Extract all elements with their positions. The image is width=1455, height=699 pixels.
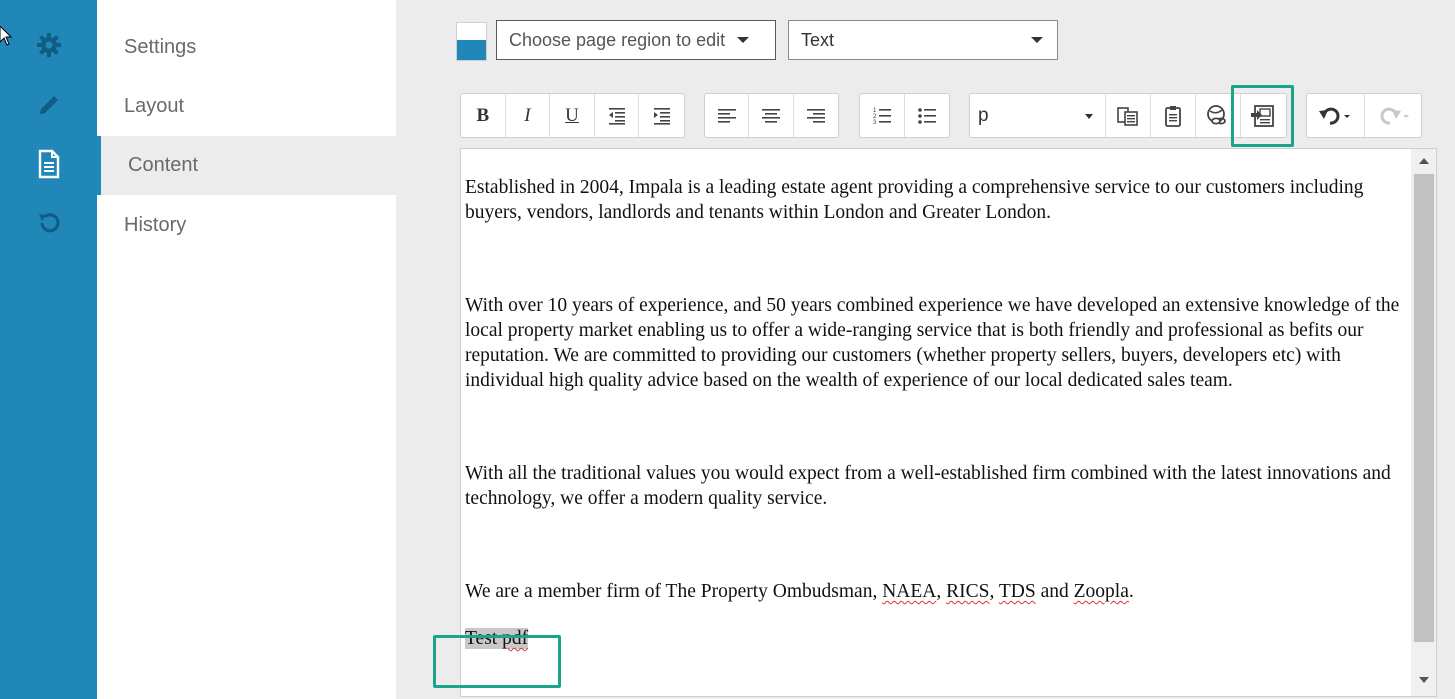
alignment-group (704, 93, 839, 138)
side-nav: Settings Layout Content History (97, 0, 396, 699)
italic-label: I (524, 104, 531, 126)
align-center-icon (762, 108, 781, 123)
underline-label: U (565, 104, 579, 126)
paste-as-text-button[interactable] (1106, 94, 1151, 137)
format-select[interactable]: p (970, 94, 1106, 137)
align-left-button[interactable] (705, 94, 750, 137)
nav-item-label: Settings (124, 36, 197, 58)
outdent-icon (608, 107, 625, 125)
svg-text:3: 3 (873, 120, 877, 126)
chevron-down-icon (737, 37, 750, 43)
align-left-icon (717, 108, 736, 123)
indent-icon (653, 107, 670, 125)
spellcheck-word: TDS (998, 581, 1036, 602)
page-region-select-value: Choose page region to edit (509, 29, 726, 50)
nav-item-label: Content (128, 154, 199, 176)
align-center-button[interactable] (749, 94, 794, 137)
paragraph: Established in 2004, Impala is a leading… (465, 177, 1364, 223)
globe-link-icon (1207, 104, 1226, 124)
redo-button[interactable] (1365, 94, 1422, 137)
content-editor[interactable]: Established in 2004, Impala is a leading… (460, 148, 1437, 697)
text-style-group: B I U (460, 93, 685, 138)
icon-rail (0, 0, 97, 699)
format-select-value: p (978, 104, 989, 126)
history-group (1306, 93, 1422, 138)
paragraph: With all the traditional values you woul… (465, 463, 1391, 509)
swatch-fill (457, 40, 486, 60)
test-pdf-highlight (433, 635, 561, 688)
spellcheck-word: NAEA (882, 581, 937, 602)
numbered-list-icon: 123 (873, 108, 891, 126)
nav-item-content[interactable]: Content (97, 136, 396, 195)
pencil-icon[interactable] (32, 88, 66, 122)
bullet-list-icon (917, 107, 936, 124)
history-icon[interactable] (32, 206, 66, 240)
underline-button[interactable]: U (550, 94, 595, 137)
nav-item-history[interactable]: History (97, 196, 396, 255)
italic-button[interactable]: I (506, 94, 551, 137)
member-text: . (1128, 581, 1134, 602)
gear-icon[interactable] (32, 28, 66, 62)
clipboard-icon (1165, 105, 1181, 127)
list-group: 123 (859, 93, 950, 138)
mouse-cursor-icon (0, 26, 12, 46)
outdent-button[interactable] (595, 94, 640, 137)
insert-document-highlight (1231, 85, 1294, 147)
nav-item-label: Layout (124, 95, 185, 117)
member-paragraph: We are a member firm of The Property Omb… (465, 579, 1407, 604)
scroll-thumb[interactable] (1414, 174, 1434, 642)
editor-content[interactable]: Established in 2004, Impala is a leading… (465, 175, 1407, 651)
numbered-list-button[interactable]: 123 (860, 94, 905, 137)
scroll-down-icon[interactable] (1419, 677, 1429, 683)
undo-icon (1319, 107, 1351, 125)
indent-button[interactable] (639, 94, 684, 137)
nav-item-label: History (124, 214, 187, 236)
paste-text-icon (1117, 106, 1138, 126)
paste-button[interactable] (1151, 94, 1196, 137)
redo-icon (1380, 107, 1409, 125)
region-color-swatch[interactable] (456, 22, 487, 61)
chevron-down-icon (1031, 37, 1043, 43)
paragraph: With over 10 years of experience, and 50… (465, 295, 1400, 391)
separator: , (936, 581, 947, 602)
member-text: We are a member firm of The Property Omb… (465, 581, 883, 602)
selected-paragraph: Test pdf (465, 626, 1407, 651)
nav-item-layout[interactable]: Layout (97, 77, 396, 136)
content-type-select[interactable]: Text (788, 20, 1058, 60)
align-right-button[interactable] (794, 94, 838, 137)
scroll-up-icon[interactable] (1419, 158, 1429, 164)
bold-button[interactable]: B (461, 94, 506, 137)
chevron-down-icon (1085, 114, 1093, 119)
spellcheck-word: RICS (946, 581, 990, 602)
align-right-icon (806, 108, 825, 123)
editor-scrollbar[interactable] (1411, 149, 1436, 696)
separator: , (989, 581, 999, 602)
bold-label: B (476, 104, 490, 126)
spellcheck-word: Zoopla (1073, 581, 1129, 602)
nav-item-settings[interactable]: Settings (97, 18, 396, 77)
document-icon[interactable] (32, 147, 66, 181)
content-type-select-value: Text (801, 29, 835, 50)
page-region-select[interactable]: Choose page region to edit (496, 20, 776, 60)
member-text: and (1035, 581, 1074, 602)
undo-button[interactable] (1307, 94, 1365, 137)
bullet-list-button[interactable] (905, 94, 950, 137)
